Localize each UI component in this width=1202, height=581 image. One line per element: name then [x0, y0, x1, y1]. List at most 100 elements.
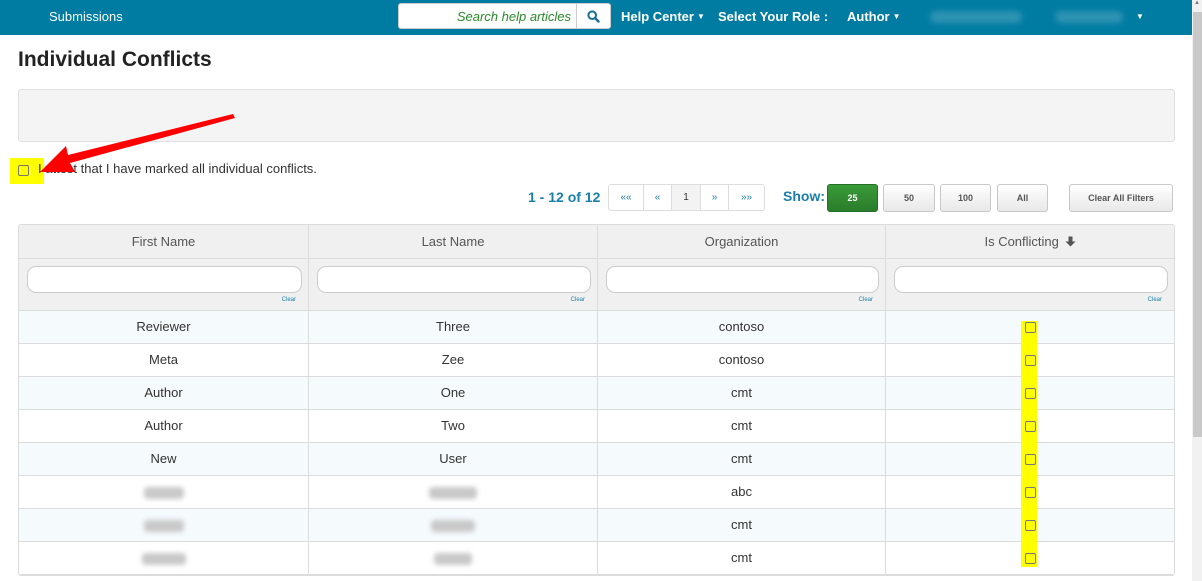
column-header-is-conflicting[interactable]: Is Conflicting [886, 225, 1174, 258]
help-search-input[interactable] [399, 4, 576, 28]
prev-page-button[interactable]: « [644, 185, 672, 210]
table-row: cmt [19, 509, 1174, 542]
show-label: Show: [783, 188, 825, 204]
page-size-25-button[interactable]: 25 [827, 184, 878, 212]
filter-cell-is-conflicting: Clear [886, 259, 1174, 310]
column-header-label: Is Conflicting [984, 234, 1059, 249]
filter-cell-organization: Clear [598, 259, 886, 310]
caret-down-icon: ▼ [892, 12, 901, 21]
role-label: Select Your Role : [718, 9, 829, 24]
filter-cell-last-name: Clear [309, 259, 598, 310]
is-conflicting-filter-input[interactable] [894, 266, 1168, 293]
redacted-text [141, 552, 186, 565]
table-header-row: First Name Last Name Organization Is Con… [19, 225, 1174, 259]
redacted-text [143, 486, 184, 499]
page-size-all-button[interactable]: All [997, 184, 1048, 212]
cell-last-name-redacted [309, 542, 598, 574]
redacted-text [431, 519, 475, 532]
role-dropdown[interactable]: Author ▼ [847, 0, 901, 35]
redacted-user-name[interactable] [1055, 11, 1123, 23]
is-conflicting-filter-clear[interactable]: Clear [1148, 297, 1162, 303]
cell-organization: contoso [598, 311, 886, 343]
cell-organization: cmt [598, 377, 886, 409]
cell-first-name-redacted [19, 542, 309, 574]
cell-first-name: Author [19, 410, 309, 442]
cell-first-name-redacted [19, 509, 309, 541]
table-row: abc [19, 476, 1174, 509]
cell-first-name: Reviewer [19, 311, 309, 343]
is-conflicting-checkbox[interactable] [1025, 355, 1036, 366]
first-page-button[interactable]: «« [609, 185, 644, 210]
redacted-text [143, 519, 184, 532]
scroll-up-arrow-icon[interactable]: ▲ [1194, 0, 1200, 6]
attest-checkbox[interactable] [18, 165, 29, 176]
page-1-button[interactable]: 1 [672, 185, 701, 210]
record-count: 1 - 12 of 12 [528, 189, 601, 205]
organization-filter-input[interactable] [606, 266, 879, 293]
cell-last-name-redacted [309, 476, 598, 508]
cell-organization: cmt [598, 542, 886, 574]
cell-last-name: User [309, 443, 598, 475]
top-nav-bar: Submissions Help Center▼ Select Your Rol… [0, 0, 1192, 35]
column-header-last-name[interactable]: Last Name [309, 225, 598, 258]
last-page-button[interactable]: »» [729, 185, 764, 210]
is-conflicting-checkbox[interactable] [1025, 388, 1036, 399]
cell-organization: cmt [598, 443, 886, 475]
is-conflicting-checkbox[interactable] [1025, 421, 1036, 432]
cell-last-name: Zee [309, 344, 598, 376]
help-search-box [398, 3, 611, 29]
column-header-organization[interactable]: Organization [598, 225, 886, 258]
filter-cell-first-name: Clear [19, 259, 309, 310]
page-scrollbar[interactable]: ▲ [1192, 0, 1202, 581]
user-menu-caret-icon[interactable]: ▼ [1136, 0, 1144, 35]
organization-filter-clear[interactable]: Clear [859, 297, 873, 303]
table-row: cmt [19, 542, 1174, 575]
cell-last-name: One [309, 377, 598, 409]
pagination: «« « 1 » »» [608, 184, 765, 211]
table-row: Reviewer Three contoso [19, 311, 1174, 344]
clear-all-filters-button[interactable]: Clear All Filters [1069, 184, 1173, 212]
next-page-button[interactable]: » [701, 185, 729, 210]
cell-organization: cmt [598, 509, 886, 541]
column-header-first-name[interactable]: First Name [19, 225, 309, 258]
table-row: Meta Zee contoso [19, 344, 1174, 377]
nav-submissions-link[interactable]: Submissions [49, 0, 123, 35]
table-row: Author Two cmt [19, 410, 1174, 443]
info-panel [18, 89, 1175, 142]
table-filter-row: Clear Clear Clear Clear [19, 259, 1174, 311]
help-center-dropdown[interactable]: Help Center ▼ [621, 0, 705, 35]
role-value: Author [847, 9, 890, 24]
cell-first-name: Author [19, 377, 309, 409]
table-body: Reviewer Three contoso Meta Zee contoso Author… [19, 311, 1174, 575]
last-name-filter-clear[interactable]: Clear [571, 297, 585, 303]
page-size-50-button[interactable]: 50 [883, 184, 935, 212]
arrow-down-icon [1065, 236, 1076, 247]
conflicts-table: First Name Last Name Organization Is Con… [18, 224, 1175, 576]
cell-first-name: New [19, 443, 309, 475]
cell-organization: cmt [598, 410, 886, 442]
is-conflicting-checkbox[interactable] [1025, 520, 1036, 531]
cell-first-name-redacted [19, 476, 309, 508]
scrollbar-thumb[interactable] [1193, 12, 1202, 437]
redacted-text [434, 552, 472, 565]
first-name-filter-clear[interactable]: Clear [282, 297, 296, 303]
last-name-filter-input[interactable] [317, 266, 591, 293]
is-conflicting-checkbox[interactable] [1025, 454, 1036, 465]
cell-first-name: Meta [19, 344, 309, 376]
is-conflicting-checkbox[interactable] [1025, 487, 1036, 498]
redacted-text [429, 486, 477, 499]
cell-last-name-redacted [309, 509, 598, 541]
is-conflicting-checkbox[interactable] [1025, 553, 1036, 564]
table-row: New User cmt [19, 443, 1174, 476]
search-button[interactable] [576, 4, 610, 28]
is-conflicting-checkbox[interactable] [1025, 322, 1036, 333]
redacted-user-email [930, 11, 1022, 23]
first-name-filter-input[interactable] [27, 266, 302, 293]
cell-last-name: Two [309, 410, 598, 442]
cell-organization: contoso [598, 344, 886, 376]
cell-last-name: Three [309, 311, 598, 343]
caret-down-icon: ▼ [696, 12, 705, 21]
page-title: Individual Conflicts [18, 48, 212, 71]
page-size-100-button[interactable]: 100 [940, 184, 991, 212]
help-center-label: Help Center [621, 9, 694, 24]
